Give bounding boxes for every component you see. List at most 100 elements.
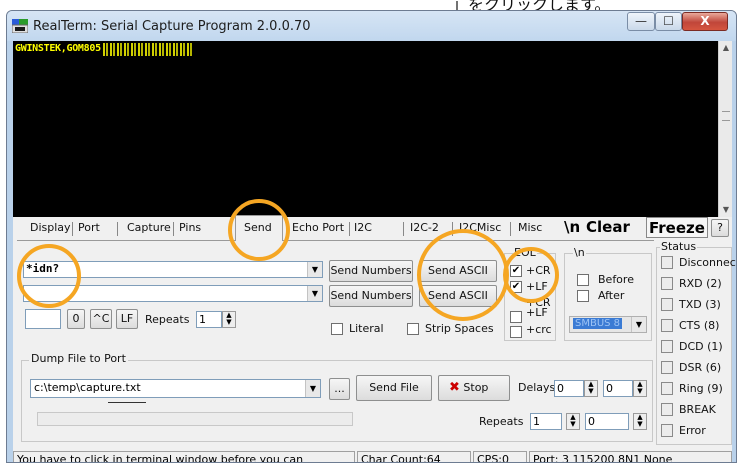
title-bar[interactable]: RealTerm: Serial Capture Program 2.0.0.7… <box>7 11 736 41</box>
status-indicator-label: TXD (3) <box>679 298 721 311</box>
terminal-output-line: GWINSTEK,GOM805 <box>15 43 101 54</box>
help-button[interactable]: ? <box>711 219 729 237</box>
ctrl-c-button[interactable]: ^C <box>90 309 112 329</box>
lf-button[interactable]: LF <box>116 309 138 329</box>
send-file-button[interactable]: Send File <box>356 375 432 401</box>
delays-label: Delays <box>518 381 556 394</box>
dropdown-arrow-icon[interactable]: ▼ <box>305 380 320 397</box>
dump-repeats-input-1[interactable]: 1 <box>530 413 562 430</box>
smbus-select-value: SMBUS 8 <box>573 318 623 329</box>
highlight-circle-eol <box>503 247 559 303</box>
status-indicator-label: CTS (8) <box>679 319 720 332</box>
dump-repeats-2-spinner-icon[interactable]: ▲ ▼ <box>633 413 647 430</box>
scroll-up-arrow-icon[interactable]: ▲ <box>719 41 733 55</box>
highlight-circle-send-ascii <box>417 229 509 321</box>
scroll-down-arrow-icon[interactable]: ▼ <box>719 203 733 217</box>
realterm-window: RealTerm: Serial Capture Program 2.0.0.7… <box>6 10 737 463</box>
before-label: Before <box>598 273 634 286</box>
terminal-scrollbar[interactable]: ▲ ▼ <box>718 41 732 217</box>
literal-checkbox[interactable] <box>331 323 343 335</box>
before-checkbox[interactable] <box>577 274 589 286</box>
status-led-icon <box>661 298 673 311</box>
lf2-label: +LF <box>526 306 548 319</box>
after-checkbox[interactable] <box>577 290 589 302</box>
status-indicator: DSR (6) <box>661 359 731 377</box>
status-indicator: BREAK <box>661 401 731 419</box>
dump-repeats-input-2[interactable]: 0 <box>585 413 629 430</box>
tab-port[interactable]: Port <box>75 219 103 239</box>
crc-label: +crc <box>526 323 552 336</box>
status-indicator-label: Ring (9) <box>679 382 723 395</box>
stop-x-icon: ✖ <box>449 380 460 395</box>
highlight-circle-send-tab <box>228 199 290 261</box>
scroll-grip-icon[interactable] <box>722 111 730 121</box>
status-indicator: DCD (1) <box>661 338 731 356</box>
strip-spaces-checkbox[interactable] <box>407 323 419 335</box>
repeats-spinner-icon[interactable]: ▲ ▼ <box>222 311 236 328</box>
stop-button[interactable]: ✖ Stop <box>438 375 510 401</box>
lf2-checkbox[interactable] <box>510 311 522 323</box>
dump-repeats-1-spinner-icon[interactable]: ▲ ▼ <box>566 413 580 430</box>
dump-file-path[interactable]: c:\temp\capture.txt ▼ <box>30 379 321 398</box>
send-numbers-button-2[interactable]: Send Numbers <box>329 285 413 307</box>
dropdown-arrow-icon[interactable]: ▼ <box>307 286 322 301</box>
repeats-input[interactable]: 1 <box>196 311 222 328</box>
status-indicator: Disconnect <box>661 254 736 272</box>
highlight-circle-command <box>17 244 81 308</box>
dropdown-arrow-icon[interactable]: ▼ <box>631 317 646 332</box>
terminal-garbled-chars <box>103 43 193 56</box>
number-input[interactable] <box>25 309 61 329</box>
send-numbers-button-1[interactable]: Send Numbers <box>329 260 413 282</box>
tab-capture[interactable]: Capture <box>124 219 174 239</box>
tab-separator <box>403 222 404 236</box>
zero-button[interactable]: 0 <box>67 309 85 329</box>
delay-1-spinner-icon[interactable]: ▲ ▼ <box>584 380 598 397</box>
tab-pins[interactable]: Pins <box>176 219 204 239</box>
newline-legend: \n <box>573 246 586 259</box>
port-status: Port: 3 115200 8N1 None <box>529 451 732 462</box>
strip-spaces-label: Strip Spaces <box>425 322 494 335</box>
dump-file-legend: Dump File to Port <box>29 352 128 365</box>
minimize-button[interactable]: — <box>627 12 655 31</box>
status-list: Disconnect RXD (2) TXD (3) CTS (8) DCD (1) DS… <box>661 254 736 444</box>
terminal-window[interactable]: GWINSTEK,GOM805 <box>13 41 718 217</box>
status-indicator-label: DSR (6) <box>679 361 722 374</box>
repeats-label: Repeats <box>145 313 190 326</box>
tab-misc[interactable]: Misc <box>515 219 545 239</box>
dump-file-path-value: c:\temp\capture.txt <box>34 381 141 394</box>
status-indicator-label: Error <box>679 424 706 437</box>
status-indicator-label: RXD (2) <box>679 277 722 290</box>
browse-button[interactable]: ... <box>329 378 350 400</box>
tab-display[interactable]: Display <box>27 219 74 239</box>
status-led-icon <box>661 382 673 395</box>
dropdown-arrow-icon[interactable]: ▼ <box>307 262 322 277</box>
status-led-icon <box>661 340 673 353</box>
status-led-icon <box>661 361 673 374</box>
status-bar: You have to click in terminal window bef… <box>13 451 732 462</box>
tab-echo-port[interactable]: Echo Port <box>289 219 347 239</box>
newline-button[interactable]: \n <box>564 217 580 239</box>
delay-input-1[interactable]: 0 <box>554 380 584 397</box>
after-label: After <box>598 289 625 302</box>
status-indicator-label: BREAK <box>679 403 716 416</box>
tab-separator <box>349 222 350 236</box>
status-led-icon <box>661 256 673 269</box>
status-indicator: Ring (9) <box>661 380 731 398</box>
tab-i2c[interactable]: I2C <box>351 219 375 239</box>
progress-mark <box>108 402 146 403</box>
clear-button[interactable]: Clear <box>586 217 630 239</box>
status-indicator-label: DCD (1) <box>679 340 723 353</box>
crc-checkbox[interactable] <box>510 326 522 338</box>
smbus-select[interactable]: SMBUS 8 ▼ <box>569 316 647 333</box>
maximize-button[interactable]: ☐ <box>655 12 682 31</box>
tab-separator <box>173 222 174 236</box>
delay-input-2[interactable]: 0 <box>603 380 633 397</box>
delay-2-spinner-icon[interactable]: ▲ ▼ <box>633 380 647 397</box>
status-legend: Status <box>660 240 698 253</box>
close-button[interactable]: X <box>682 12 728 31</box>
status-indicator: TXD (3) <box>661 296 731 314</box>
freeze-button[interactable]: Freeze <box>646 217 708 238</box>
literal-label: Literal <box>349 322 384 335</box>
dump-repeats-label: Repeats <box>479 415 524 428</box>
status-led-icon <box>661 403 673 416</box>
